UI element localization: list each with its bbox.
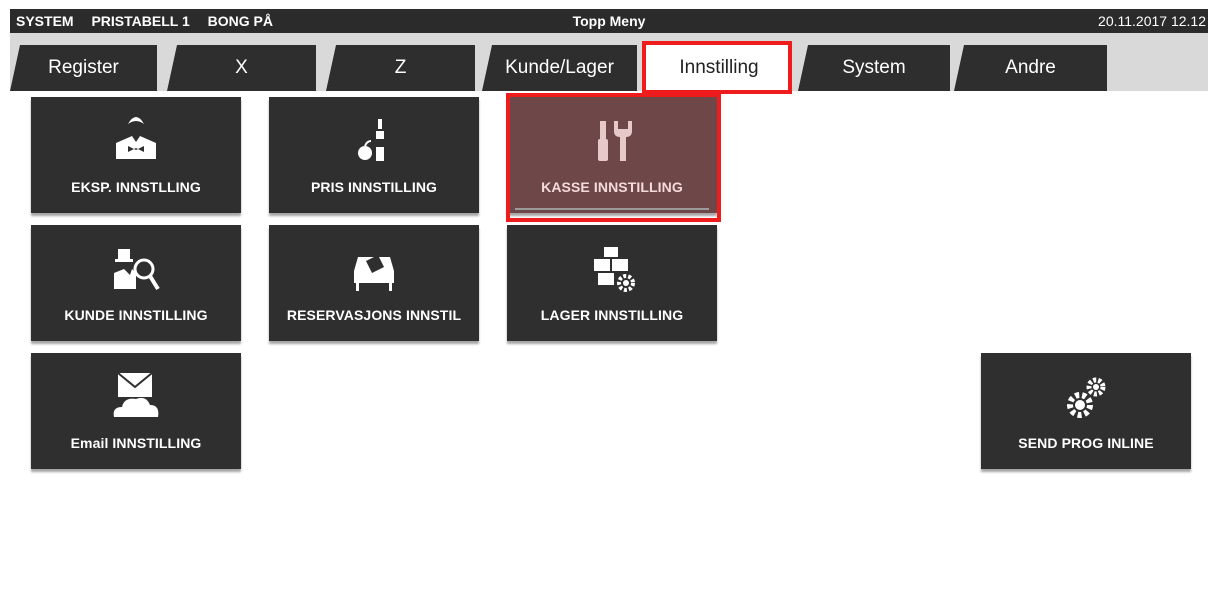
customer-search-icon [114,249,160,291]
tools-icon [598,121,632,161]
send-prog-inline-label: SEND PROG INLINE [1018,435,1154,451]
tab-register[interactable]: Register [10,45,157,91]
eksp-innstilling-label: EKSP. INNSTLLING [71,179,201,195]
status-bar: SYSTEM PRISTABELL 1 BONG PÅ Topp Meny 20… [10,9,1208,33]
send-prog-inline-button[interactable]: SEND PROG INLINE [981,353,1191,469]
kunde-innstilling-label: KUNDE INNSTILLING [64,307,208,323]
reserved-table-icon [354,255,394,291]
tab-andre[interactable]: Andre [954,45,1107,91]
tab-system[interactable]: System [798,45,950,91]
datetime: 20.11.2017 12.12 [1098,13,1206,29]
price-goods-icon [358,119,384,161]
kunde-innstilling-button[interactable]: KUNDE INNSTILLING [31,225,241,341]
email-cloud-icon [113,372,159,417]
screen-title: Topp Meny [572,13,646,29]
reservasjons-innstil-label: RESERVASJONS INNSTIL [286,307,462,323]
email-innstilling-label: Email INNSTILLING [70,435,202,451]
tab-kunde-lager[interactable]: Kunde/Lager [482,45,637,91]
tab-x[interactable]: X [167,45,316,91]
lager-innstilling-button[interactable]: LAGER INNSTILLING [507,225,717,341]
kasse-innstilling-label: KASSE INNSTILLING [541,179,683,195]
reservasjons-innstil-button[interactable]: RESERVASJONS INNSTIL [269,225,479,341]
warehouse-gear-icon [594,247,635,292]
lager-innstilling-label: LAGER INNSTILLING [540,307,684,323]
gears-icon [1067,377,1106,418]
tab-strip: Register X Z Kunde/Lager Innstilling Sys… [10,33,1208,91]
pris-innstilling-label: PRIS INNSTILLING [310,179,438,195]
selected-underline [515,208,709,210]
waiter-icon [116,117,156,159]
tab-innstilling[interactable]: Innstilling [646,45,792,91]
tab-z[interactable]: Z [326,45,475,91]
email-innstilling-button[interactable]: Email INNSTILLING [31,353,241,469]
eksp-innstilling-button[interactable]: EKSP. INNSTLLING [31,97,241,213]
pris-innstilling-button[interactable]: PRIS INNSTILLING [269,97,479,213]
kasse-innstilling-button[interactable]: KASSE INNSTILLING [507,97,717,213]
